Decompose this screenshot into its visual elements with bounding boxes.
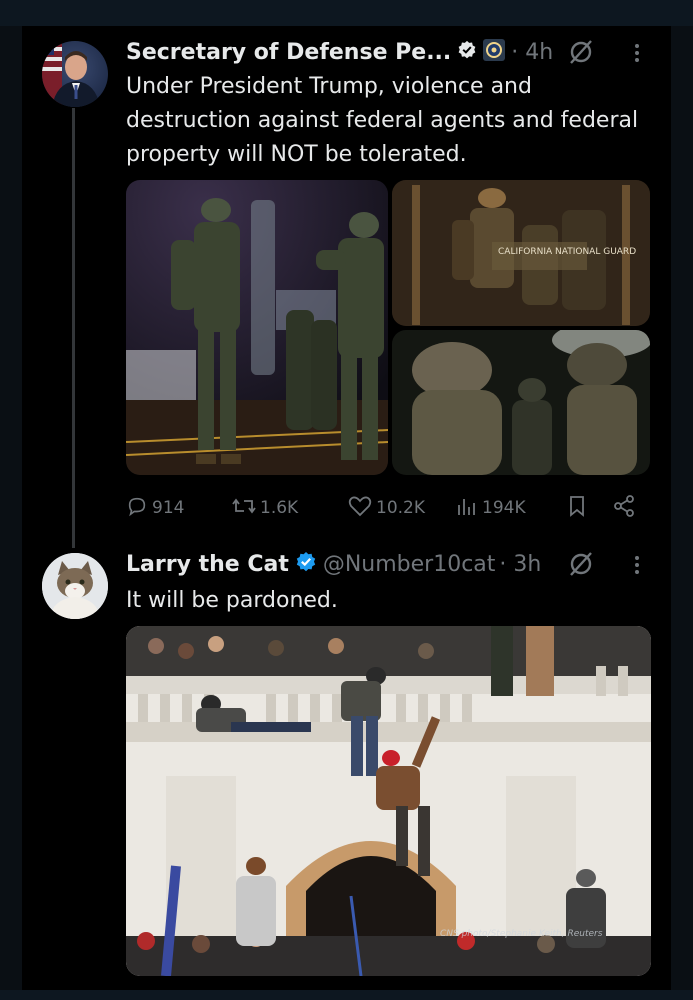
more-dots-icon[interactable] (627, 550, 647, 580)
reply-icon (126, 495, 152, 522)
post2-author-name[interactable]: Larry the Cat (126, 552, 289, 577)
thread-connector-line (72, 108, 75, 548)
post2-handle[interactable]: @Number10cat (323, 552, 496, 577)
repost-icon (232, 495, 260, 522)
repost-count: 1.6K (260, 498, 299, 518)
post1-author-name[interactable]: Secretary of Defense Pe... (126, 40, 451, 65)
bookmark-icon[interactable] (566, 494, 588, 522)
reply-button[interactable]: 914 (126, 490, 184, 526)
right-frame (671, 26, 693, 990)
post2-image-capitol-wall[interactable] (126, 626, 651, 976)
views-count: 194K (482, 498, 526, 518)
like-icon (348, 495, 376, 522)
reply-count: 914 (152, 498, 185, 518)
post2-header: Larry the Cat @Number10cat · 3h (126, 548, 541, 580)
verified-badge-icon (457, 40, 477, 64)
post1-image-guard-closeup[interactable] (392, 330, 650, 475)
like-count: 10.2K (376, 498, 425, 518)
post1-timestamp[interactable]: · 4h (511, 40, 553, 65)
grok-icon[interactable] (566, 549, 596, 583)
verified-badge-icon (295, 551, 317, 577)
top-frame (0, 0, 693, 26)
dod-seal-icon[interactable] (483, 39, 506, 65)
views-icon (456, 495, 482, 522)
post1-image-troops-night[interactable] (126, 180, 388, 475)
post1-image-guard-vehicle[interactable]: CALIFORNIA NATIONAL GUARD (392, 180, 650, 326)
post1-header: Secretary of Defense Pe... · 4h (126, 36, 553, 68)
bottom-frame (0, 990, 693, 1000)
avatar-secretary-of-defense[interactable] (42, 41, 108, 107)
like-button[interactable]: 10.2K (348, 490, 425, 526)
post1-action-bar: 914 1.6K 10.2K 194K (126, 490, 646, 526)
post2-timestamp[interactable]: · 3h (499, 552, 541, 577)
post1-image-vest-text: CALIFORNIA NATIONAL GUARD (498, 247, 636, 257)
share-icon[interactable] (612, 494, 636, 522)
post2-text: It will be pardoned. (126, 588, 338, 613)
avatar-larry-the-cat[interactable] (42, 553, 108, 619)
more-dots-icon[interactable] (627, 38, 647, 68)
repost-button[interactable]: 1.6K (232, 490, 298, 526)
left-frame (0, 26, 22, 990)
views-button[interactable]: 194K (456, 490, 526, 526)
post1-text: Under President Trump, violence and dest… (126, 74, 639, 167)
photo-credit: CNS photo/Stephanie Keith, Reuters (440, 929, 603, 939)
grok-icon[interactable] (566, 37, 596, 71)
